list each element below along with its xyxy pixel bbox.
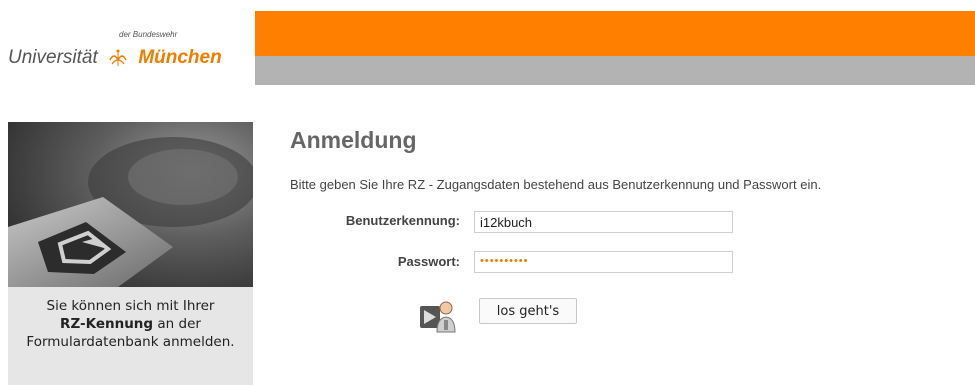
password-label: Passwort: <box>397 254 460 269</box>
username-input[interactable]: i12kbuch <box>474 211 733 233</box>
seal-icon <box>109 49 127 66</box>
info-text-bold: RZ-Kennung <box>60 316 154 332</box>
user-login-icon[interactable] <box>418 296 458 334</box>
info-text: Sie können sich mit Ihrer RZ-Kennung an … <box>8 287 253 385</box>
info-text-pre: Sie können sich mit Ihrer <box>46 298 215 314</box>
login-key-image <box>8 122 253 287</box>
logo-text-left: Universität <box>8 47 98 69</box>
logo-text: Universität München <box>8 46 222 70</box>
header-bar-orange <box>255 11 975 56</box>
header-bar-gray <box>255 56 975 85</box>
logo-text-right: München <box>138 47 222 69</box>
page-title: Anmeldung <box>290 127 417 153</box>
password-input[interactable]: •••••••••• <box>474 251 733 273</box>
university-logo: der Bundeswehr Universität München <box>0 0 255 85</box>
submit-button[interactable]: los geht's <box>479 298 577 324</box>
username-label: Benutzerkennung: <box>345 213 460 228</box>
info-panel: Sie können sich mit Ihrer RZ-Kennung an … <box>8 122 253 385</box>
logo-subtitle: der Bundeswehr <box>119 30 178 39</box>
login-instructions: Bitte geben Sie Ihre RZ - Zugangsdaten b… <box>290 177 822 192</box>
